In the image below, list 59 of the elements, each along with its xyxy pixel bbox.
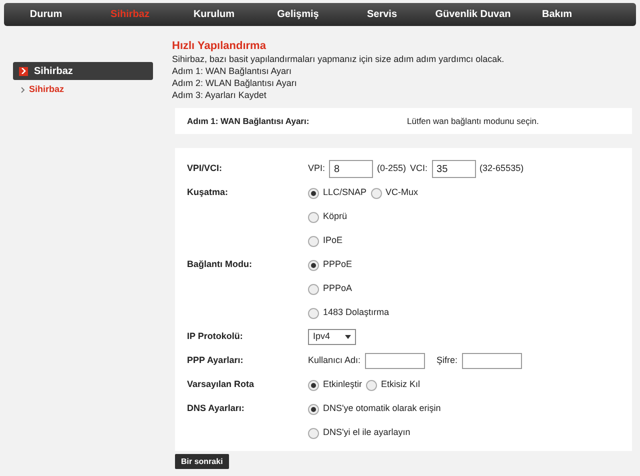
intro-line: Adım 2: WLAN Bağlantısı Ayarı	[172, 77, 298, 89]
radio-button[interactable]	[308, 188, 319, 198]
radio-label: DNS'ye otomatik olarak erişin	[323, 402, 441, 416]
radio-label: VC-Mux	[386, 186, 418, 200]
radio-button[interactable]	[308, 308, 319, 318]
page-title: Hızlı Yapılandırma	[172, 40, 267, 53]
chevron-icon	[21, 86, 25, 93]
radio-label: PPPoE	[323, 258, 352, 272]
password-label: Şifre:	[436, 354, 458, 368]
sidebar-item[interactable]: Sihirbaz	[29, 83, 64, 96]
radio-button[interactable]	[366, 380, 378, 390]
radio-button[interactable]	[308, 260, 319, 270]
intro-line: Adım 1: WAN Bağlantısı Ayarı	[172, 65, 293, 77]
username-label: Kullanıcı Adı:	[308, 354, 361, 368]
vci-field[interactable]: 35	[432, 160, 476, 178]
vpi-label: VPI:	[308, 162, 326, 176]
field-label: PPP Ayarları:	[187, 355, 244, 366]
radio-button[interactable]	[308, 380, 319, 390]
field-label: DNS Ayarları:	[187, 403, 244, 414]
intro-line: Sihirbaz, bazı basit yapılandırmaları yapmanız için size adım adım yardımcı olacak.	[172, 53, 506, 65]
vpi-range: (0-255)	[377, 162, 406, 176]
radio-button[interactable]	[370, 188, 382, 198]
radio-label: IPoE	[323, 234, 343, 248]
nav-tab[interactable]: Durum	[4, 3, 88, 26]
chevron-icon	[19, 66, 28, 76]
field-label: IP Protokolü:	[187, 331, 243, 342]
intro-line: Adım 3: Ayarları Kaydet	[172, 89, 268, 101]
field-label: Bağlantı Modu:	[187, 259, 252, 270]
radio-label: DNS'yi el ile ayarlayın	[323, 426, 410, 440]
radio-label: Etkisiz Kıl	[381, 378, 420, 392]
vci-range: (32-65535)	[480, 162, 524, 176]
step-label: Adım 1: WAN Bağlantısı Ayarı:	[186, 114, 310, 128]
radio-label: LLC/SNAP	[323, 186, 367, 200]
radio-button[interactable]	[308, 212, 319, 222]
password-field[interactable]	[462, 353, 522, 369]
nav-tab[interactable]: Gelişmiş	[256, 3, 340, 26]
radio-button[interactable]	[308, 404, 319, 414]
radio-button[interactable]	[308, 236, 319, 246]
radio-label: Köprü	[323, 210, 348, 224]
protocol-dropdown[interactable]: Ipv4	[308, 329, 356, 345]
radio-button[interactable]	[308, 284, 319, 294]
field-label: Varsayılan Rota	[187, 379, 254, 390]
field-label: VPI/VCI:	[187, 163, 222, 174]
next-button[interactable]: Bir sonraki	[175, 454, 229, 469]
sidebar-title: Sihirbaz	[34, 64, 73, 78]
nav-tab[interactable]: Kurulum	[172, 3, 256, 26]
username-field[interactable]	[364, 353, 425, 369]
vpi-field[interactable]: 8	[329, 160, 374, 178]
nav-tab[interactable]: Servis	[340, 3, 424, 26]
nav-tab[interactable]: Bakım	[522, 3, 592, 26]
radio-button[interactable]	[308, 428, 319, 438]
vci-label: VCI:	[410, 162, 428, 176]
radio-label: Etkinleştir	[323, 378, 362, 392]
caret-icon	[345, 335, 351, 339]
field-label: Kuşatma:	[187, 187, 228, 198]
radio-label: 1483 Dolaştırma	[323, 306, 390, 320]
step-hint: Lütfen wan bağlantı modunu seçin.	[407, 114, 539, 128]
nav-tab[interactable]: Güvenlik Duvan	[424, 3, 522, 26]
radio-label: PPPoA	[323, 282, 352, 296]
